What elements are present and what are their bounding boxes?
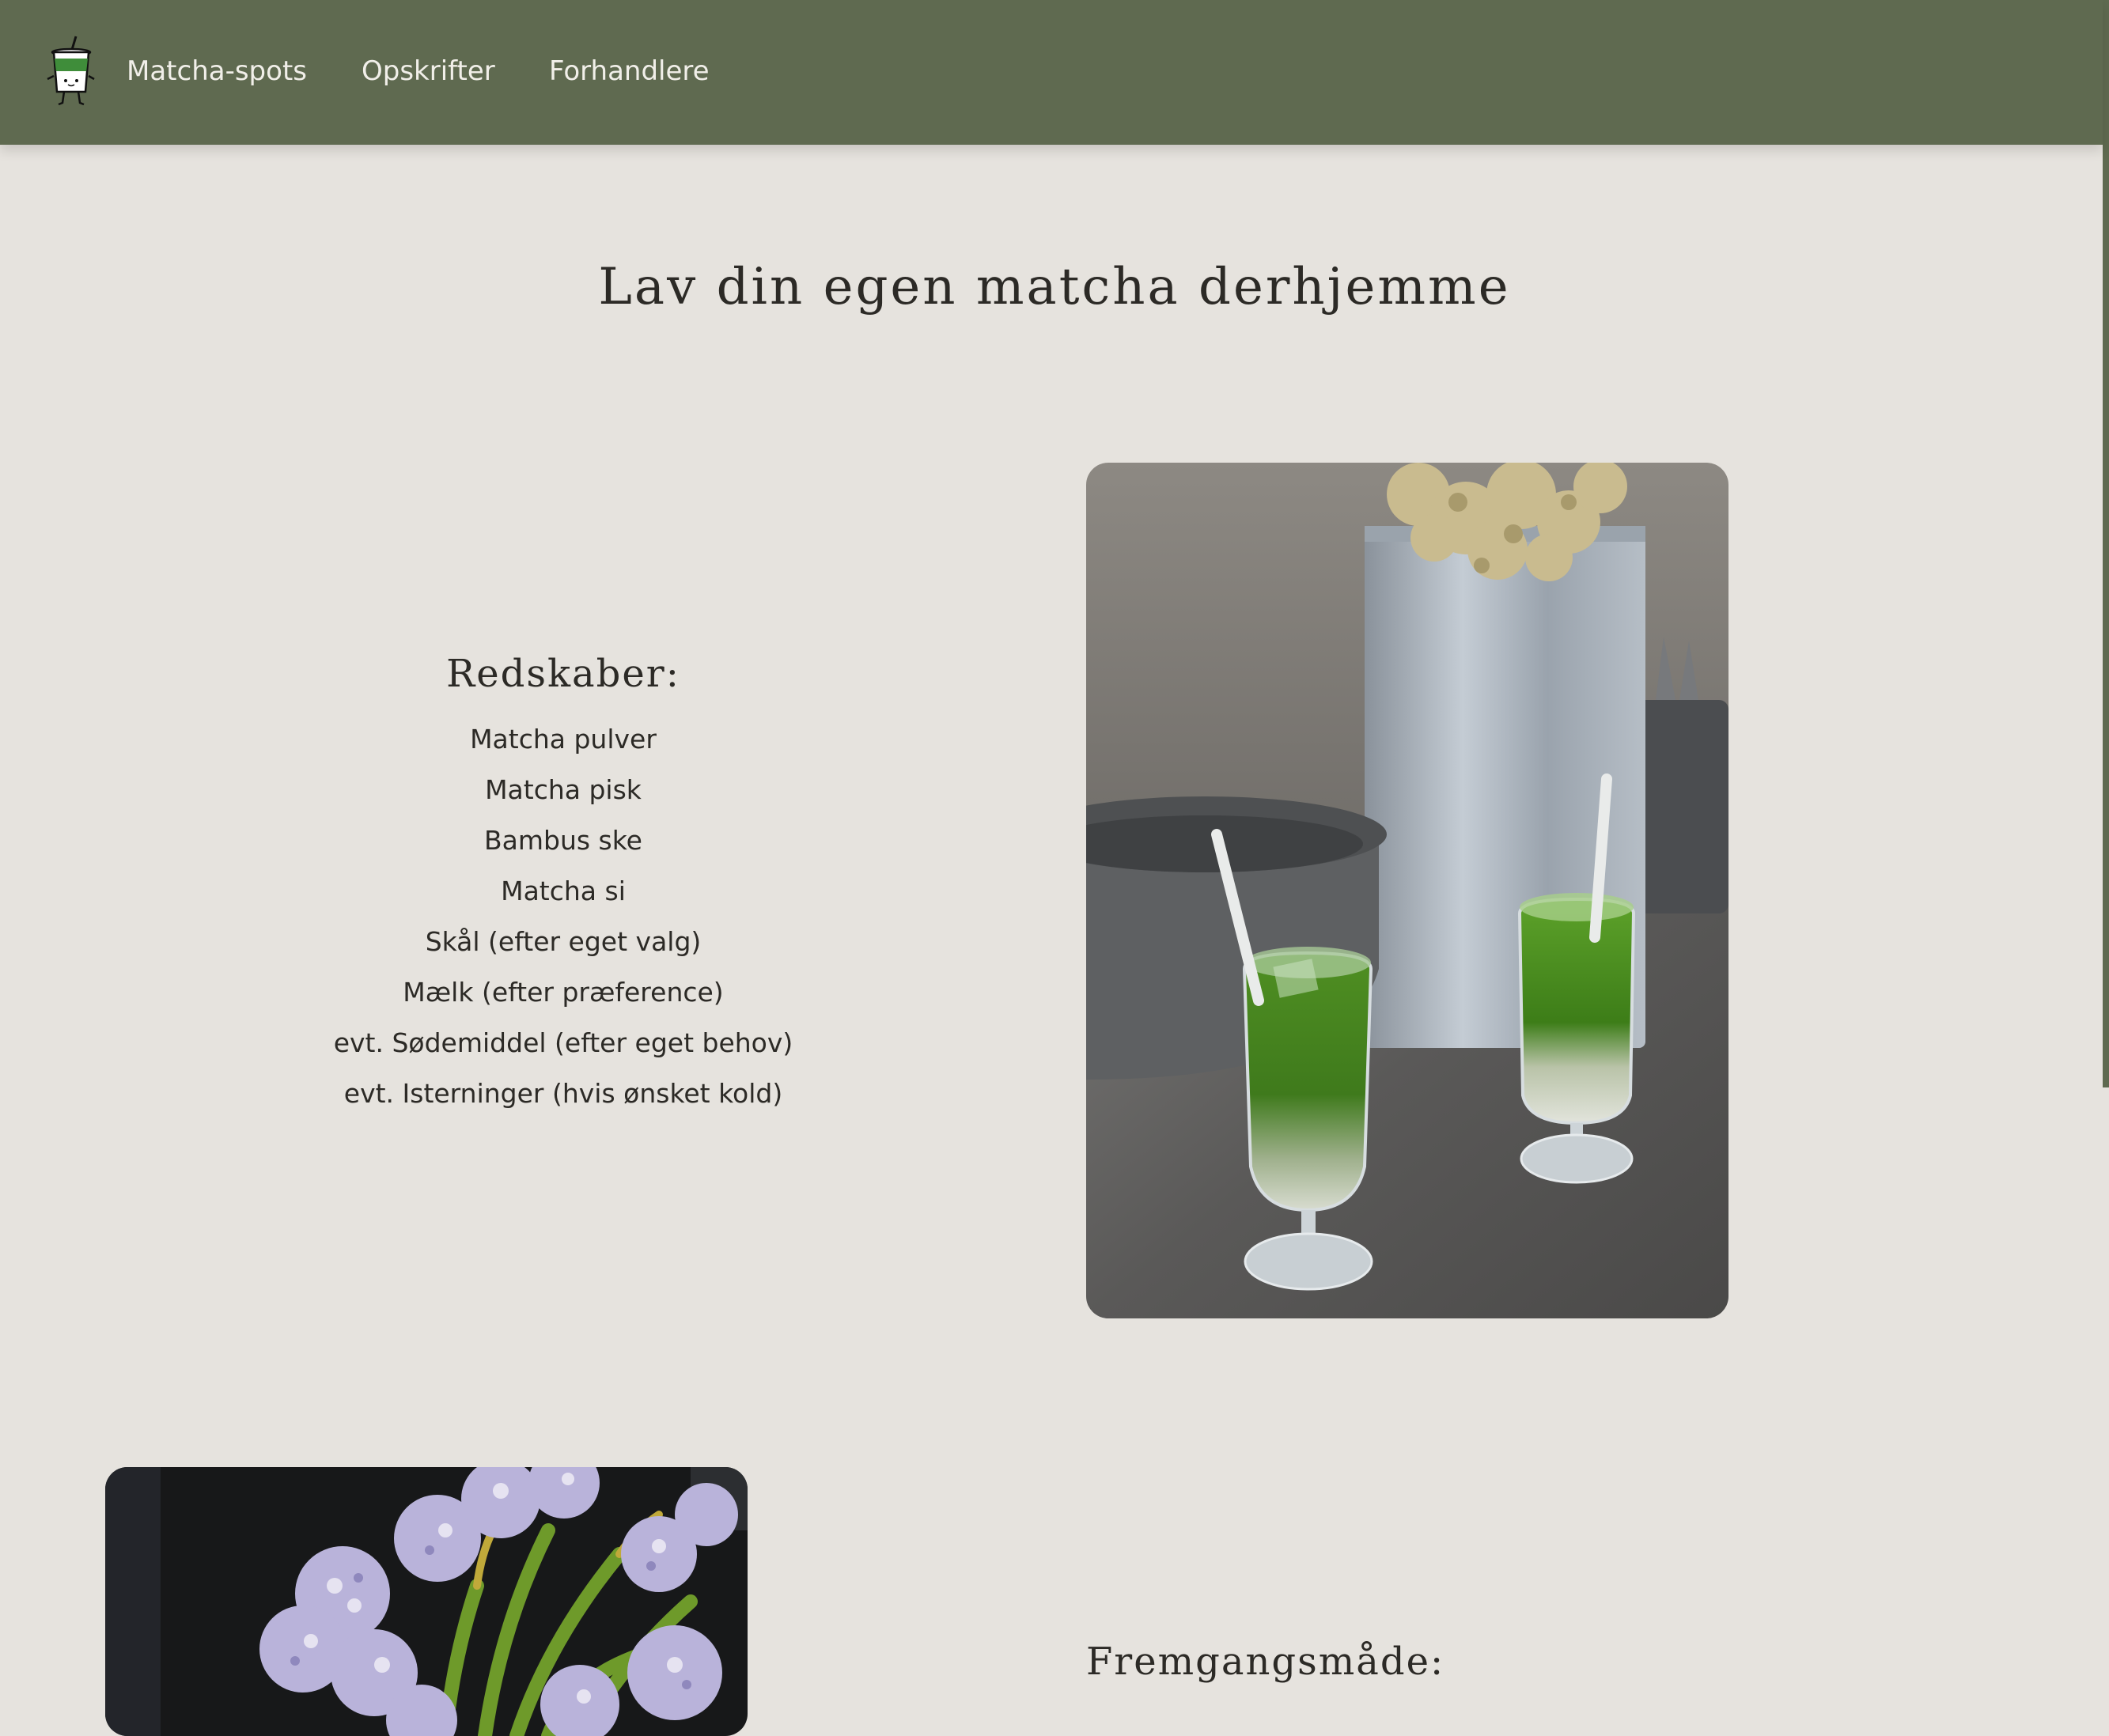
tool-item: Bambus ske [484, 825, 642, 856]
tool-item: Matcha si [501, 876, 626, 906]
matcha-cup-mascot-icon[interactable] [44, 35, 98, 108]
tools-section: Redskaber: Matcha pulver Matcha pisk Bam… [247, 645, 880, 1119]
nav-link-forhandlere[interactable]: Forhandlere [549, 51, 710, 92]
tools-list: Matcha pulver Matcha pisk Bambus ske Mat… [247, 714, 880, 1119]
tools-heading: Redskaber: [446, 652, 680, 696]
nav-link-opskrifter[interactable]: Opskrifter [362, 51, 495, 92]
tool-item: Skål (efter eget valg) [425, 926, 702, 957]
method-heading: Fremgangsmåde: [1086, 1640, 1445, 1684]
tool-item: evt. Isterninger (hvis ønsket kold) [343, 1078, 783, 1109]
tool-item: Matcha pisk [485, 774, 642, 805]
scrollbar-thumb[interactable] [2103, 0, 2109, 1087]
tool-item: Mælk (efter præference) [403, 977, 724, 1008]
tool-item: Matcha pulver [470, 724, 657, 755]
page-title: Lav din egen matcha derhjemme [598, 258, 1511, 316]
hyacinth-flowers-photo [105, 1467, 748, 1736]
tool-item: evt. Sødemiddel (efter eget behov) [333, 1027, 793, 1058]
matcha-drinks-photo [1086, 463, 1728, 1318]
nav-link-matcha-spots[interactable]: Matcha-spots [127, 51, 307, 92]
site-header: Matcha-spots Opskrifter Forhandlere [0, 0, 2103, 145]
